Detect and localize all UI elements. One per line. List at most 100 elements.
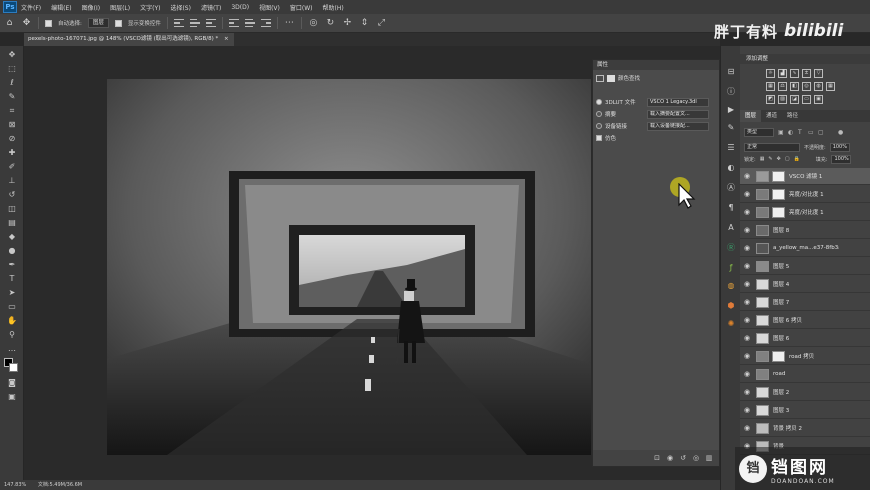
layer-thumbnail[interactable] [756,278,769,290]
3d-scale-icon[interactable]: ⤢ [376,18,387,29]
type-tool-icon[interactable]: T [6,274,18,284]
filter-pixel-icon[interactable]: ▣ [778,129,784,136]
opacity-input[interactable]: 100% [829,142,850,152]
menu-help[interactable]: 帮助(H) [323,3,344,12]
layer-thumbnail[interactable] [756,188,769,200]
layer-thumbnail[interactable] [756,242,769,254]
background-color-swatch[interactable] [9,363,18,372]
marquee-tool-icon[interactable]: ⬚ [6,64,18,74]
menu-filter[interactable]: 滤镜(T) [201,3,221,12]
brush-tool-icon[interactable]: ✐ [6,162,18,172]
layer-row[interactable]: ◉ VSCO 滤镜 1 [740,168,870,185]
document-tab[interactable]: pexels-photo-167071.jpg @ 148% (VSCO滤镜 (… [24,33,234,46]
trash-icon[interactable]: ▥ [705,454,713,462]
path-select-icon[interactable]: ➤ [6,288,18,298]
properties-icon[interactable]: ☰ [725,142,737,154]
vibrance-icon[interactable]: ▽ [814,69,823,78]
layer-row[interactable]: ◉ 图层 5 [740,258,870,275]
layer-visibility-eye-icon[interactable]: ◉ [740,370,754,378]
menu-view[interactable]: 视图(V) [259,3,280,12]
eraser-tool-icon[interactable]: ◫ [6,204,18,214]
menu-3d[interactable]: 3D(D) [231,4,249,11]
menu-image[interactable]: 图像(I) [82,3,100,12]
layer-visibility-eye-icon[interactable]: ◉ [740,172,754,180]
align-bottom-icon[interactable] [205,18,216,28]
layer-kind-filter[interactable]: 类型 [744,127,774,137]
rectangle-tool-icon[interactable]: ▭ [6,302,18,312]
brightness-icon[interactable]: ☼ [766,69,775,78]
lut-file-select[interactable]: VSCO 1 Legacy.3dl [647,98,709,107]
menu-window[interactable]: 窗口(W) [290,3,313,12]
blur-tool-icon[interactable]: ◆ [6,232,18,242]
zoom-tool-icon[interactable]: ⚲ [6,330,18,340]
dodge-tool-icon[interactable]: ● [6,246,18,256]
posterize-icon[interactable]: ▨ [778,95,787,104]
history-brush-icon[interactable]: ↺ [6,190,18,200]
layer-thumbnail[interactable] [756,314,769,326]
layer-row[interactable]: ◉ 图层 2 [740,384,870,401]
distribute-icon[interactable]: ⋯ [284,18,295,29]
layer-row[interactable]: ◉ 亮度/对比度 1 [740,186,870,203]
levels-icon[interactable]: ▟ [778,69,787,78]
menu-select[interactable]: 选择(S) [170,3,191,12]
align-hcenter-icon[interactable] [244,18,255,28]
plugin-orange-icon[interactable]: ⬢ [725,300,737,312]
menu-type[interactable]: 文字(Y) [140,3,160,12]
layer-visibility-eye-icon[interactable]: ◉ [740,226,754,234]
layer-mask-thumbnail[interactable] [772,350,785,362]
layer-thumbnail[interactable] [756,260,769,272]
layer-mask-thumbnail[interactable] [772,188,785,200]
dither-row[interactable]: 仿色 [596,133,616,143]
layer-row[interactable]: ◉ 背景 拷贝 2 [740,420,870,437]
layer-row[interactable]: ◉ 图层 3 [740,402,870,419]
menu-edit[interactable]: 编辑(E) [51,3,71,12]
layer-visibility-eye-icon[interactable]: ◉ [740,244,754,252]
auto-select-checkbox[interactable] [45,19,52,27]
move-tool-icon[interactable]: ✥ [21,18,32,29]
screen-mode-icon[interactable]: ▣ [6,392,18,402]
device-link-row[interactable]: 设备链接 [596,121,627,131]
tab-channels[interactable]: 通道 [761,110,782,122]
color-balance-icon[interactable]: ⚖ [778,82,787,91]
threshold-icon[interactable]: ◪ [790,95,799,104]
layer-thumbnail[interactable] [756,332,769,344]
layer-row[interactable]: ◉ 亮度/对比度 1 [740,204,870,221]
layer-mask-thumbnail[interactable] [772,206,785,218]
character-icon[interactable]: A [725,222,737,234]
layer-visibility-eye-icon[interactable]: ◉ [740,190,754,198]
abstract-select[interactable]: 载入摘要配置文... [647,110,709,119]
selective-color-icon[interactable]: ▣ [814,95,823,104]
paragraph-icon[interactable]: ¶ [725,202,737,214]
lut-file-row[interactable]: 3DLUT 文件 [596,97,636,107]
eyedropper-tool-icon[interactable]: ⊘ [6,134,18,144]
visibility-icon[interactable]: ◎ [692,454,700,462]
lut-file-radio[interactable] [596,99,602,105]
view-previous-icon[interactable]: ◉ [666,454,674,462]
more-tools-icon[interactable]: … [6,344,18,354]
gradient-map-icon[interactable]: ▭ [802,95,811,104]
layer-thumbnail[interactable] [756,368,769,380]
align-top-icon[interactable] [173,18,184,28]
document-info[interactable]: 文档:5.49M/36.6M [38,482,82,488]
layer-row[interactable]: ◉ 图层 7 [740,294,870,311]
menu-layer[interactable]: 图层(L) [110,3,130,12]
show-transform-checkbox[interactable] [114,19,122,27]
fill-input[interactable]: 100% [831,154,852,164]
align-vcenter-icon[interactable] [189,18,200,28]
layer-visibility-eye-icon[interactable]: ◉ [740,334,754,342]
invert-icon[interactable]: ◩ [766,95,775,104]
layer-row[interactable]: ◉ 图层 4 [740,276,870,293]
lock-brush-icon[interactable]: ✎ [768,156,772,162]
abstract-radio[interactable] [596,111,602,117]
dither-checkbox[interactable] [596,135,602,141]
brush-settings-icon[interactable]: ✎ [725,122,737,134]
tab-paths[interactable]: 路径 [782,110,803,122]
lock-artboard-icon[interactable]: ▢ [785,156,790,162]
mask-icon[interactable] [607,74,615,82]
layer-visibility-eye-icon[interactable]: ◉ [740,280,754,288]
layer-row[interactable]: ◉ road [740,366,870,383]
hand-tool-icon[interactable]: ✋ [6,316,18,326]
close-tab-icon[interactable]: × [224,36,229,42]
layer-visibility-eye-icon[interactable]: ◉ [740,388,754,396]
filter-shape-icon[interactable]: ▭ [808,129,814,136]
